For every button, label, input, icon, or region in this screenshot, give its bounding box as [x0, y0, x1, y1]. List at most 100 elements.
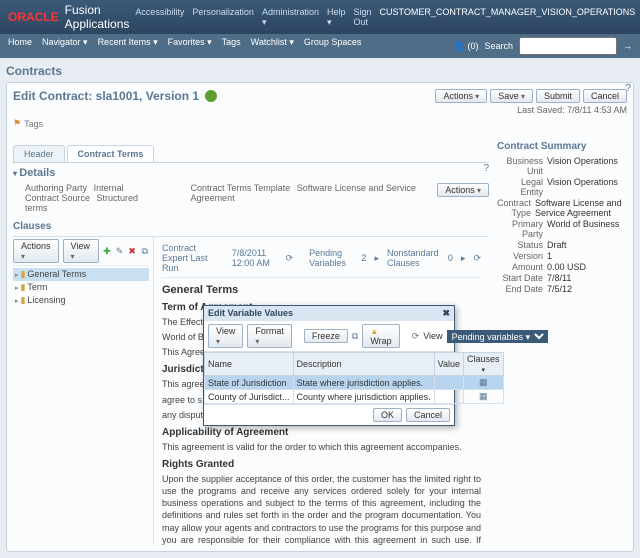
refresh-icon[interactable]: ⟳ — [286, 253, 294, 264]
edit-variable-values-dialog: Edit Variable Values ✖ View Format Freez… — [203, 305, 455, 426]
actions-menu[interactable]: Actions — [435, 89, 487, 103]
summary-value: Draft — [547, 240, 567, 250]
delete-icon[interactable]: ✖ — [128, 246, 137, 257]
dialog-format-menu[interactable]: Format — [247, 324, 292, 348]
source-label: Contract Source — [25, 193, 90, 203]
nonstd-go-icon[interactable]: ▸ — [461, 253, 466, 264]
details-header[interactable]: Details — [13, 167, 489, 179]
summary-value: Software License and Service Agreement — [535, 198, 627, 218]
tree-node-licensing[interactable]: ▮Licensing — [13, 294, 149, 307]
dialog-close-icon[interactable]: ✖ — [442, 308, 450, 319]
cell-value[interactable] — [434, 390, 463, 404]
copy-icon[interactable]: ⧉ — [140, 246, 149, 257]
search-label: Search — [484, 41, 513, 51]
tags-label[interactable]: Tags — [24, 119, 43, 129]
tree-actions-menu[interactable]: Actions — [13, 239, 59, 263]
add-icon[interactable]: ✚ — [103, 246, 112, 257]
nav-home[interactable]: Home — [8, 37, 32, 55]
expert-lastrun-value: 7/8/2011 12:00 AM — [232, 248, 278, 268]
pending-value: 2 — [361, 253, 366, 263]
last-saved-label: Last Saved: — [517, 105, 565, 115]
nav-favorites[interactable]: Favorites ▾ — [168, 37, 212, 55]
summary-key: Business Unit — [497, 156, 543, 176]
cancel-button[interactable]: Cancel — [583, 89, 627, 103]
table-row[interactable]: County of Jurisdict... County where juri… — [205, 390, 504, 404]
tag-icon[interactable]: ⚑ — [13, 118, 21, 129]
help-icon[interactable]: ? — [625, 83, 631, 94]
link-administration[interactable]: Administration ▾ — [262, 7, 319, 28]
summary-value: Vision Operations — [547, 177, 618, 197]
summary-key: Status — [497, 240, 543, 250]
dialog-view-menu[interactable]: View — [208, 324, 243, 348]
dialog-wrap-button[interactable]: ▲ Wrap — [362, 324, 399, 348]
table-row[interactable]: State of Jurisdiction State where jurisd… — [205, 376, 504, 390]
template-label: Contract Terms Template — [191, 183, 291, 193]
col-description[interactable]: Description — [293, 353, 434, 376]
col-clauses[interactable]: Clauses ▾ — [463, 353, 503, 376]
oracle-logo: ORACLE — [8, 10, 59, 24]
breadcrumb: Contracts — [6, 64, 634, 78]
doc-text: This agreement is valid for the order to… — [162, 441, 481, 453]
clauses-header: Clauses — [13, 221, 489, 232]
role-label: CUSTOMER_CONTRACT_MANAGER_VISION_OPERATI… — [380, 7, 636, 28]
details-actions-menu[interactable]: Actions — [437, 183, 489, 197]
tree-node-general-terms[interactable]: ▮General Terms — [13, 268, 149, 281]
clause-link-icon[interactable]: ▦ — [463, 376, 503, 390]
global-search-input[interactable] — [519, 37, 617, 55]
summary-value: 7/8/11 — [547, 273, 571, 283]
pending-go-icon[interactable]: ▸ — [374, 253, 379, 264]
tab-header[interactable]: Header — [13, 145, 65, 162]
doc-h4: Applicability of Agreement — [162, 427, 481, 438]
folder-icon: ▮ — [20, 282, 25, 292]
cell-name: County of Jurisdict... — [205, 390, 294, 404]
expert-lastrun-label: Contract Expert Last Run — [162, 243, 224, 273]
tree-node-term[interactable]: ▮Term — [13, 281, 149, 294]
clause-link-icon[interactable]: ▦ — [463, 390, 503, 404]
tree-view-menu[interactable]: View — [63, 239, 99, 263]
tab-contract-terms[interactable]: Contract Terms — [67, 145, 155, 162]
folder-icon: ▮ — [20, 295, 25, 305]
pending-label: Pending Variables — [309, 248, 353, 268]
cell-value[interactable] — [434, 376, 463, 390]
summary-value: 7/5/12 — [547, 284, 572, 294]
link-signout[interactable]: Sign Out — [353, 7, 371, 28]
nav-recent[interactable]: Recent Items ▾ — [98, 37, 158, 55]
edit-icon[interactable]: ✎ — [115, 246, 124, 257]
nav-tags[interactable]: Tags — [222, 37, 241, 55]
tree-label: Term — [27, 282, 47, 292]
summary-key: Primary Party — [497, 219, 543, 239]
cell-name: State of Jurisdiction — [205, 376, 294, 390]
dialog-refresh-icon[interactable]: ⟳ — [412, 331, 420, 342]
status-dot-icon — [205, 90, 217, 102]
summary-value: 0.00 USD — [547, 262, 586, 272]
authoring-label: Authoring Party — [25, 183, 87, 193]
col-name[interactable]: Name — [205, 353, 294, 376]
summary-title: Contract Summary — [497, 141, 627, 152]
dialog-freeze-button[interactable]: Freeze — [304, 329, 348, 343]
nav-watchlist[interactable]: Watchlist ▾ — [251, 37, 294, 55]
variables-table: Name Description Value Clauses ▾ State o… — [204, 352, 504, 404]
link-personalization[interactable]: Personalization — [192, 7, 254, 28]
tab-help-icon[interactable]: ? — [483, 163, 489, 174]
detach-icon[interactable]: ⧉ — [352, 331, 358, 342]
dialog-cancel-button[interactable]: Cancel — [406, 408, 450, 422]
summary-key: Version — [497, 251, 543, 261]
dialog-filter-select[interactable]: Pending variables ▾ — [447, 330, 548, 343]
tree-label: General Terms — [27, 269, 86, 279]
nav-groupspaces[interactable]: Group Spaces — [304, 37, 362, 55]
col-value[interactable]: Value — [434, 353, 463, 376]
dialog-title: Edit Variable Values — [208, 308, 293, 319]
user-badge[interactable]: 👤 (0) — [454, 41, 479, 52]
save-button[interactable]: Save — [490, 89, 533, 103]
search-go-icon[interactable]: → — [623, 41, 632, 51]
doc-refresh-icon[interactable]: ⟳ — [473, 253, 481, 264]
tree-label: Licensing — [27, 295, 65, 305]
link-accessibility[interactable]: Accessibility — [135, 7, 184, 28]
summary-key: End Date — [497, 284, 543, 294]
folder-icon: ▮ — [20, 269, 25, 279]
summary-key: Contract Type — [497, 198, 531, 218]
link-help[interactable]: Help ▾ — [327, 7, 346, 28]
submit-button[interactable]: Submit — [536, 89, 580, 103]
nav-navigator[interactable]: Navigator ▾ — [42, 37, 88, 55]
dialog-ok-button[interactable]: OK — [373, 408, 402, 422]
